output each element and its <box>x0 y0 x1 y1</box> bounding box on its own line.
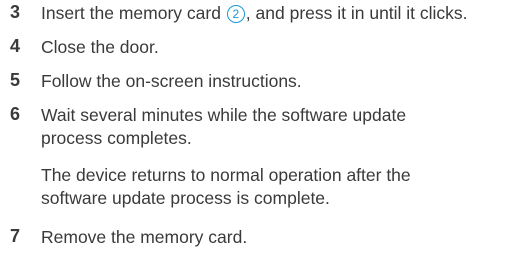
step-number: 4 <box>10 36 21 56</box>
step-text: Close the door. <box>41 37 159 57</box>
step-6-note: The device returns to normal operation a… <box>41 164 511 210</box>
step-text-before: Insert the memory card <box>41 3 226 23</box>
note-line1: The device returns to normal operation a… <box>41 165 411 185</box>
note-line2: software update process is complete. <box>41 188 330 208</box>
step-number: 6 <box>10 104 21 124</box>
step-text: Insert the memory card 2, and press it i… <box>41 2 511 25</box>
step-text-line2: process completes. <box>41 128 192 148</box>
step-text: Follow the on-screen instructions. <box>41 71 302 91</box>
step-text: Wait several minutes while the software … <box>41 104 511 150</box>
step-text-after: , and press it in until it clicks. <box>245 3 468 23</box>
step-text: Remove the memory card. <box>41 227 248 247</box>
step-number: 5 <box>10 70 21 90</box>
step-text-line1: Wait several minutes while the software … <box>41 105 407 125</box>
step-number: 7 <box>10 226 21 246</box>
step-number: 3 <box>10 2 21 22</box>
callout-marker-icon: 2 <box>226 5 245 23</box>
